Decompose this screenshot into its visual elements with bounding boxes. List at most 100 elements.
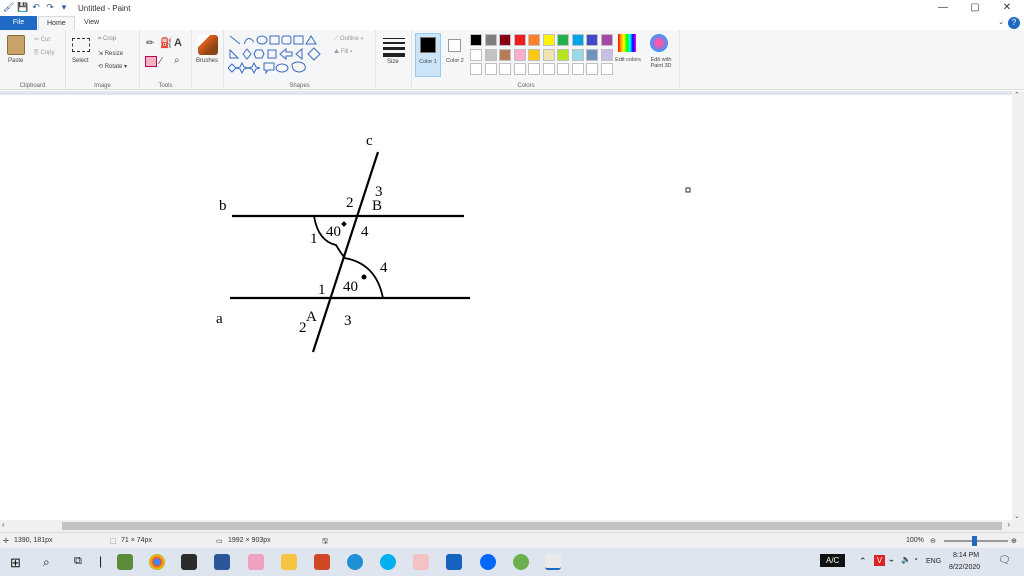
chrome-icon[interactable] [149, 554, 165, 570]
language-indicator[interactable]: ENG [926, 558, 941, 565]
paste-icon[interactable] [7, 35, 25, 55]
palette-swatch[interactable] [542, 34, 555, 46]
fill-button[interactable]: ⛰ Fill ▾ [334, 49, 353, 56]
outline-button[interactable]: ⟋ Outline ▾ [334, 36, 364, 43]
antivirus-icon[interactable]: V [874, 555, 885, 566]
vertical-scrollbar[interactable]: ⌃ ⌄ [1012, 91, 1024, 520]
palette-custom-swatch[interactable] [528, 63, 540, 75]
palette-swatch[interactable] [571, 34, 584, 46]
tab-home[interactable]: Home [38, 16, 75, 30]
palette-swatch[interactable] [499, 34, 511, 46]
scroll-left-icon[interactable]: ‹ [2, 520, 5, 529]
palette-swatch[interactable] [513, 34, 526, 46]
palette-swatch[interactable] [528, 48, 540, 61]
geogebra-icon[interactable] [446, 554, 462, 570]
color1-selector[interactable]: Color 1 [415, 33, 441, 77]
palette-custom-swatch[interactable] [470, 63, 482, 75]
palette-swatch[interactable] [586, 34, 598, 46]
select-button[interactable]: Select [72, 58, 89, 64]
horizontal-scroll-thumb[interactable] [62, 522, 1002, 530]
clock-time[interactable]: 8:14 PM [953, 552, 979, 559]
copy-button[interactable]: ⎘ Copy [34, 50, 54, 57]
resize-button[interactable]: ⇲ Resize [98, 50, 123, 57]
palette-custom-swatch[interactable] [557, 63, 569, 75]
zoom-slider-thumb[interactable] [972, 536, 977, 546]
palette-swatch[interactable] [513, 48, 526, 61]
ac-indicator[interactable]: A/C [820, 554, 846, 567]
coccoc-icon[interactable] [513, 554, 529, 570]
tab-file[interactable]: File [0, 16, 37, 30]
text-tool-icon[interactable]: A [174, 37, 182, 49]
color2-selector[interactable]: Color 2 [445, 33, 467, 77]
select-icon[interactable] [72, 38, 90, 52]
size-button[interactable]: Size [387, 59, 399, 65]
palette-swatch[interactable] [586, 48, 598, 61]
tray-chevron-icon[interactable]: ⌃ [859, 556, 867, 567]
redo-icon[interactable]: ↷ [45, 2, 55, 12]
palette-swatch[interactable] [600, 34, 613, 46]
edit-with-paint3d-button[interactable]: Edit with Paint 3D [644, 57, 678, 69]
palette-custom-swatch[interactable] [542, 63, 555, 75]
palette-custom-swatch[interactable] [571, 63, 584, 75]
word-icon[interactable] [214, 554, 230, 570]
palette-swatch[interactable] [600, 48, 613, 61]
zoom-in-icon[interactable]: ⊕ [1011, 537, 1017, 545]
palette-swatch[interactable] [557, 34, 569, 46]
palette-custom-swatch[interactable] [484, 63, 497, 75]
close-button[interactable]: ✕ [992, 0, 1022, 16]
magnifier-icon[interactable]: ⌕ [174, 55, 180, 66]
size-lines-icon[interactable] [383, 38, 405, 57]
customize-chevron-icon[interactable]: ▾ [59, 2, 69, 12]
rotate-button[interactable]: ⟲ Rotate ▾ [98, 63, 127, 70]
clock-date[interactable]: 8/22/2020 [949, 564, 980, 571]
minimize-button[interactable]: — [928, 0, 958, 16]
minecraft-icon[interactable] [117, 554, 133, 570]
palette-swatch[interactable] [557, 48, 569, 61]
pencil-icon[interactable]: ✏ [146, 38, 154, 49]
palette-swatch[interactable] [470, 48, 482, 61]
horizontal-scrollbar[interactable]: ‹ › [0, 520, 1012, 532]
notification-icon[interactable]: 🗨 [998, 555, 1011, 566]
palette-swatch[interactable] [484, 34, 497, 46]
palette-custom-swatch[interactable] [513, 63, 526, 75]
palette-custom-swatch[interactable] [600, 63, 613, 75]
fill-bucket-icon[interactable]: ⛽ [160, 38, 172, 49]
palette-swatch[interactable] [528, 34, 540, 46]
brush-icon[interactable] [198, 35, 218, 55]
skype-icon[interactable] [380, 554, 396, 570]
snipping-tool-icon[interactable] [248, 554, 264, 570]
palette-swatch[interactable] [484, 48, 497, 61]
brushes-button[interactable]: Brushes [196, 58, 218, 64]
eraser-icon[interactable] [145, 56, 157, 67]
zalo-icon[interactable] [480, 554, 496, 570]
tab-view[interactable]: View [76, 16, 107, 30]
scroll-down-icon[interactable]: ⌄ [1014, 512, 1020, 520]
scroll-right-icon[interactable]: › [1007, 520, 1010, 529]
photos-icon[interactable] [413, 554, 429, 570]
bluetooth-icon[interactable]: ⌁ [889, 556, 894, 565]
undo-icon[interactable]: ↶ [31, 2, 41, 12]
volume-icon[interactable]: 🔈 [901, 555, 911, 564]
drawing-canvas[interactable]: c b a 2 3 B 1 40 4 4 1 40 A 2 3 [0, 95, 1012, 520]
palette-swatch[interactable] [499, 48, 511, 61]
search-icon[interactable]: ⌕ [43, 555, 50, 570]
task-view-icon[interactable]: ⧉ [74, 555, 82, 568]
color-picker-icon[interactable]: ⁄ [160, 56, 162, 67]
file-explorer-icon[interactable] [281, 554, 297, 570]
crop-button[interactable]: ⌗ Crop [98, 36, 116, 43]
paint-taskbar-icon[interactable] [545, 554, 561, 570]
edit-colors-icon[interactable] [618, 34, 636, 52]
zoom-out-icon[interactable]: ⊖ [930, 537, 936, 545]
maximize-button[interactable]: ▢ [960, 0, 990, 16]
edit-colors-button[interactable]: Edit colors [615, 57, 641, 63]
palette-swatch[interactable] [542, 48, 555, 61]
paint3d-icon[interactable] [650, 34, 668, 52]
palette-swatch[interactable] [571, 48, 584, 61]
windows-start-icon[interactable]: ⊞ [10, 555, 21, 571]
scroll-up-icon[interactable]: ⌃ [1014, 91, 1020, 99]
store-icon[interactable] [181, 554, 197, 570]
paste-button[interactable]: Paste [8, 58, 23, 64]
palette-swatch[interactable] [470, 34, 482, 46]
palette-custom-swatch[interactable] [499, 63, 511, 75]
cut-button[interactable]: ✂ Cut [34, 36, 50, 43]
